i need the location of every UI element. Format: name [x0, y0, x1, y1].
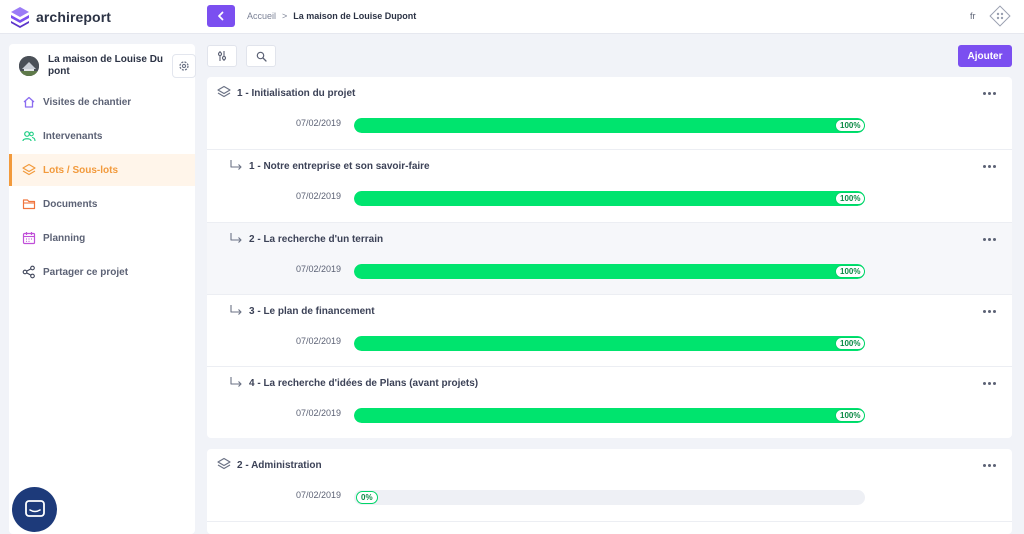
progress-fill: [354, 336, 865, 351]
project-header: La maison de Louise Du pont: [19, 54, 196, 82]
more-options-icon[interactable]: [983, 92, 996, 95]
chat-launcher-button[interactable]: [12, 487, 57, 532]
sidebar-item-planning[interactable]: Planning: [9, 222, 195, 254]
more-options-icon[interactable]: [983, 382, 996, 385]
lot-title: 2 - Administration: [237, 460, 322, 471]
archireport-logo-icon: [11, 7, 29, 28]
sublot-title: 2 - La recherche d'un terrain: [249, 234, 384, 245]
arrow-down-right-icon: [229, 158, 243, 172]
progress-bar: 100%: [354, 336, 865, 351]
sidebar-item-intervenants[interactable]: Intervenants: [9, 120, 195, 152]
lot-title: 1 - Initialisation du projet: [237, 88, 356, 99]
progress-label: 100%: [835, 337, 865, 350]
sidebar-item-lots[interactable]: Lots / Sous-lots: [9, 154, 195, 186]
sidebar-item-label: Partager ce projet: [43, 266, 129, 278]
search-icon: [256, 51, 267, 62]
sublot-date: 07/02/2019: [296, 336, 342, 346]
sidebar-item-label: Intervenants: [43, 130, 103, 142]
sidebar-item-visites[interactable]: Visites de chantier: [9, 86, 195, 118]
breadcrumb-current-project: La maison de Louise Dupont: [293, 11, 417, 21]
sublot-title: 3 - Le plan de financement: [249, 306, 375, 317]
progress-fill: [354, 264, 865, 279]
project-name: La maison de Louise Du pont: [48, 54, 164, 77]
breadcrumb-home-link[interactable]: Accueil: [247, 11, 276, 21]
layers-icon: [217, 457, 231, 471]
sidebar: La maison de Louise Du pont Visites de c…: [9, 44, 196, 534]
progress-label: 100%: [835, 409, 865, 422]
folder-icon: [22, 197, 36, 211]
top-bar: archireport Accueil > La maison de Louis…: [0, 0, 1024, 34]
chat-icon: [24, 499, 45, 517]
sublot-date: 07/02/2019: [296, 264, 342, 274]
more-options-icon[interactable]: [983, 464, 996, 467]
sublot-row[interactable]: 3 - Le plan de financement 07/02/2019 10…: [207, 294, 1012, 366]
sublot-date: 07/02/2019: [296, 408, 342, 418]
sublot-title: 1 - Notre entreprise et son savoir-faire: [249, 161, 430, 172]
filter-button[interactable]: [207, 45, 237, 67]
sublot-title: 4 - La recherche d'idées de Plans (avant…: [249, 378, 479, 389]
sublot-row[interactable]: 1 - Notre entreprise et son savoir-faire…: [207, 149, 1012, 221]
share-icon: [22, 265, 36, 279]
progress-bar: 100%: [354, 408, 865, 423]
progress-bar: 100%: [354, 191, 865, 206]
sidebar-item-documents[interactable]: Documents: [9, 188, 195, 220]
breadcrumb: Accueil > La maison de Louise Dupont: [247, 11, 416, 21]
lot-row[interactable]: 1 - Initialisation du projet 07/02/2019 …: [207, 77, 1012, 149]
more-options-icon[interactable]: [983, 165, 996, 168]
back-button[interactable]: [207, 5, 235, 27]
layers-icon: [217, 85, 231, 99]
progress-bar: 0%: [354, 490, 865, 505]
lot-date: 07/02/2019: [296, 118, 342, 128]
add-button[interactable]: Ajouter: [958, 45, 1012, 67]
search-button[interactable]: [246, 45, 276, 67]
lot-date: 07/02/2019: [296, 490, 342, 500]
more-options-icon[interactable]: [983, 238, 996, 241]
row-divider: [207, 521, 1012, 522]
progress-bar: 100%: [354, 118, 865, 133]
lot-row[interactable]: 2 - Administration 07/02/2019 0%: [207, 449, 1012, 521]
project-settings-button[interactable]: [172, 54, 196, 78]
sublot-row[interactable]: 4 - La recherche d'idées de Plans (avant…: [207, 366, 1012, 438]
app-logo[interactable]: archireport: [10, 6, 111, 28]
progress-bar: 100%: [354, 264, 865, 279]
sidebar-item-partager[interactable]: Partager ce projet: [9, 256, 195, 288]
progress-fill: [354, 191, 865, 206]
language-switch[interactable]: fr: [970, 11, 976, 21]
progress-label: 100%: [835, 265, 865, 278]
users-icon: [22, 129, 36, 143]
progress-label: 100%: [835, 119, 865, 132]
progress-fill: [354, 408, 865, 423]
sliders-icon: [217, 51, 227, 61]
app-name: archireport: [36, 9, 112, 25]
breadcrumb-separator: >: [282, 11, 288, 21]
apps-icon[interactable]: [988, 4, 1012, 28]
arrow-down-right-icon: [229, 231, 243, 245]
more-options-icon[interactable]: [983, 310, 996, 313]
sidebar-item-label: Lots / Sous-lots: [43, 164, 118, 176]
sidebar-item-label: Documents: [43, 198, 98, 210]
progress-label: 100%: [835, 192, 865, 205]
gear-icon: [179, 61, 189, 71]
sublot-row[interactable]: 2 - La recherche d'un terrain 07/02/2019…: [207, 222, 1012, 294]
calendar-icon: [22, 231, 36, 245]
lot-card: 1 - Initialisation du projet 07/02/2019 …: [207, 77, 1012, 438]
progress-fill: [354, 118, 865, 133]
chevron-left-icon: [218, 11, 224, 21]
sublot-date: 07/02/2019: [296, 191, 342, 201]
sidebar-item-label: Planning: [43, 232, 86, 244]
progress-label: 0%: [356, 491, 378, 504]
layers-icon: [22, 163, 36, 177]
arrow-down-right-icon: [229, 303, 243, 317]
sidebar-item-label: Visites de chantier: [43, 96, 132, 108]
lot-card: 2 - Administration 07/02/2019 0%: [207, 449, 1012, 534]
arrow-down-right-icon: [229, 375, 243, 389]
project-avatar: [19, 56, 39, 76]
home-icon: [22, 95, 36, 109]
